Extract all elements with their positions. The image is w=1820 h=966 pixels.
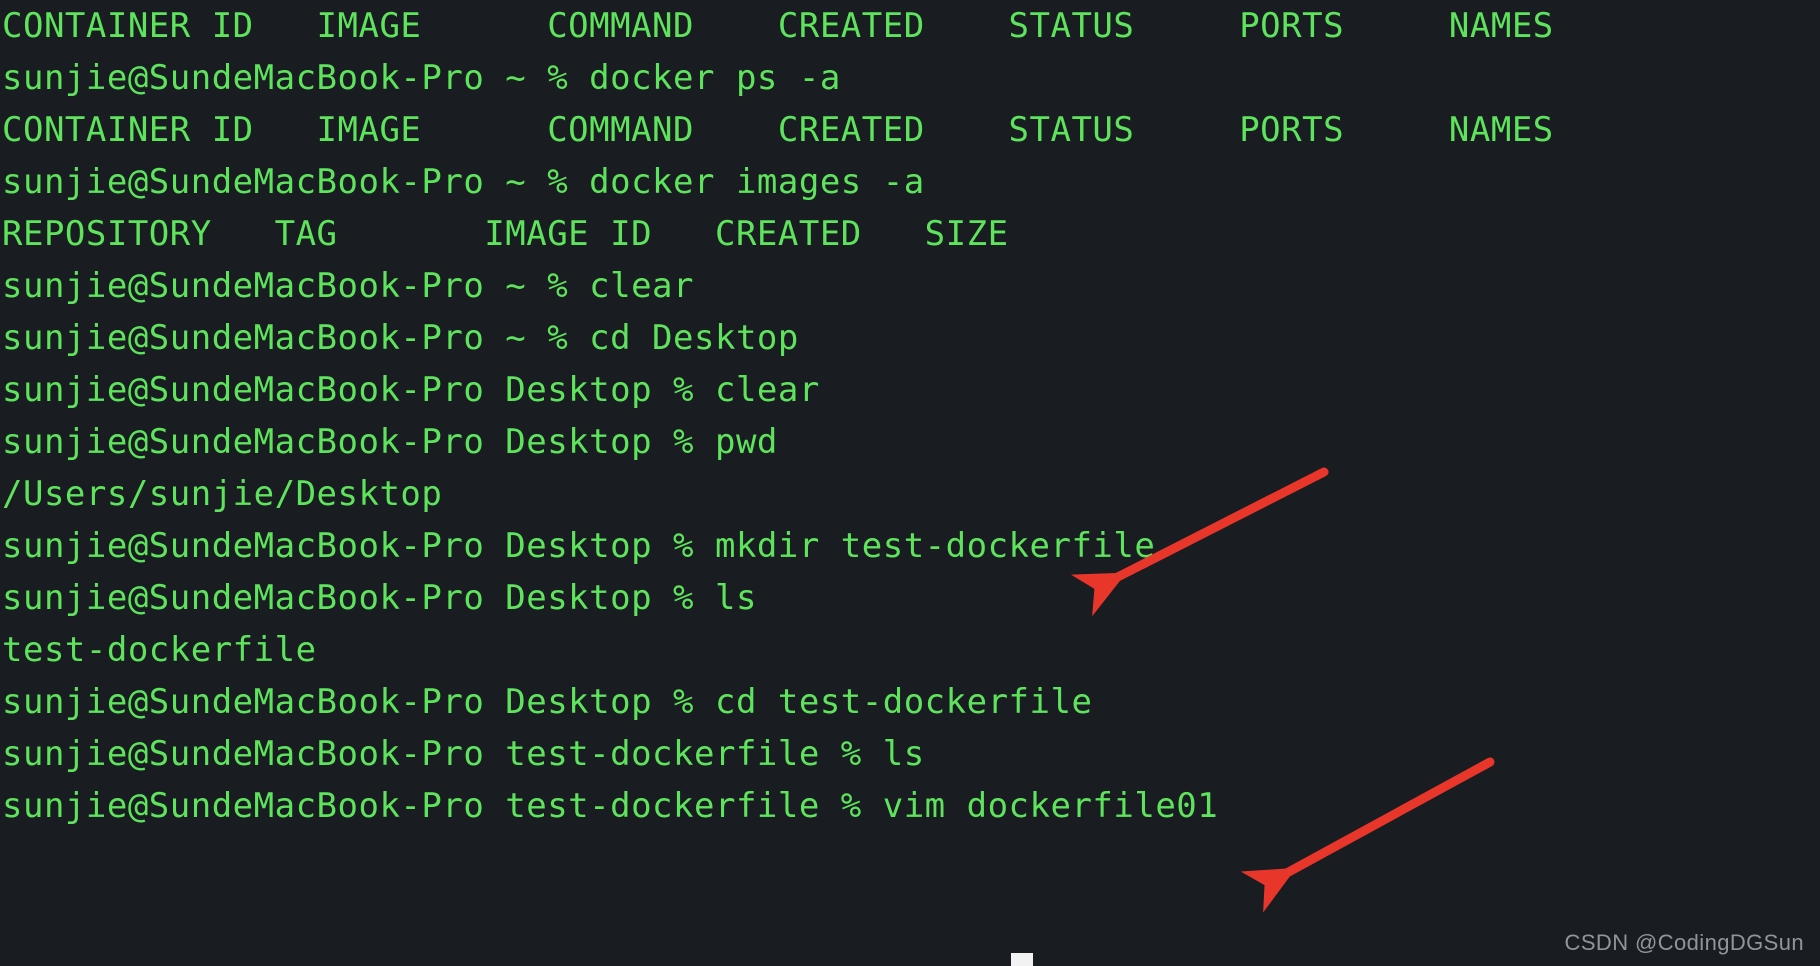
csdn-watermark: CSDN @CodingDGSun [1564,930,1804,955]
terminal-line: sunjie@SundeMacBook-Pro test-dockerfile … [2,786,1219,826]
terminal-line: test-dockerfile [2,630,317,670]
terminal-screen: CONTAINER ID IMAGE COMMAND CREATED STATU… [0,0,1820,966]
terminal-line: CONTAINER ID IMAGE COMMAND CREATED STATU… [2,6,1554,46]
terminal-line: sunjie@SundeMacBook-Pro ~ % cd Desktop [2,318,799,358]
terminal-line: sunjie@SundeMacBook-Pro Desktop % ls [2,578,757,618]
terminal-cursor [1011,953,1033,966]
terminal-line: sunjie@SundeMacBook-Pro Desktop % pwd [2,422,778,462]
terminal-line: REPOSITORY TAG IMAGE ID CREATED SIZE [2,214,1009,254]
terminal-line: sunjie@SundeMacBook-Pro Desktop % cd tes… [2,682,1093,722]
terminal-line: sunjie@SundeMacBook-Pro ~ % clear [2,266,695,306]
terminal-line: sunjie@SundeMacBook-Pro ~ % docker ps -a [2,58,841,98]
terminal-line: sunjie@SundeMacBook-Pro Desktop % clear [2,370,820,410]
terminal-line: sunjie@SundeMacBook-Pro test-dockerfile … [2,734,925,774]
terminal-line: /Users/sunjie/Desktop [2,474,443,514]
terminal-line: sunjie@SundeMacBook-Pro ~ % docker image… [2,162,925,202]
terminal-line: sunjie@SundeMacBook-Pro Desktop % mkdir … [2,526,1156,566]
terminal-line: CONTAINER ID IMAGE COMMAND CREATED STATU… [2,110,1554,150]
terminal-output[interactable]: CONTAINER ID IMAGE COMMAND CREATED STATU… [0,0,1820,832]
